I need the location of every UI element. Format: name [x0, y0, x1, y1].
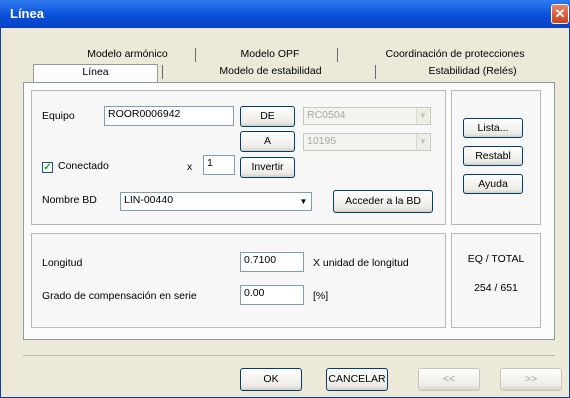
- close-icon: ✕: [554, 6, 566, 21]
- de-select[interactable]: RC0504: [303, 107, 431, 125]
- nombre-bd-label: Nombre BD: [42, 194, 97, 206]
- chevron-down-icon[interactable]: ▼: [416, 108, 429, 124]
- ok-button[interactable]: OK: [240, 368, 302, 391]
- window-title: Línea: [10, 6, 44, 21]
- chevron-down-icon[interactable]: ▼: [416, 134, 429, 150]
- lista-button[interactable]: Lista...: [463, 118, 523, 138]
- equipo-label: Equipo: [42, 110, 75, 122]
- longitud-label: Longitud: [42, 257, 83, 269]
- chevron-down-icon[interactable]: ▼: [297, 194, 310, 209]
- tab-coordinacion-protecciones[interactable]: Coordinación de protecciones: [350, 47, 560, 62]
- a-select-value: 10195: [307, 135, 337, 147]
- tab-modelo-opf[interactable]: Modelo OPF: [205, 47, 335, 62]
- tab-estabilidad-reles[interactable]: Estabilidad (Relés): [385, 64, 560, 79]
- x-label: x: [187, 161, 193, 173]
- longitud-unit: X unidad de longitud: [313, 257, 409, 269]
- bottom-divider: [23, 355, 555, 356]
- tab-separator: [195, 48, 196, 62]
- ayuda-button[interactable]: Ayuda: [463, 174, 523, 194]
- tab-separator: [375, 65, 376, 79]
- close-button[interactable]: ✕: [551, 4, 569, 24]
- a-select[interactable]: 10195: [303, 133, 431, 151]
- grado-unit: [%]: [313, 290, 329, 302]
- restabl-button[interactable]: Restabl: [463, 146, 523, 166]
- title-bar[interactable]: Línea: [0, 0, 570, 28]
- longitud-group: [31, 233, 446, 328]
- invertir-button[interactable]: Invertir: [240, 157, 295, 178]
- grado-compensacion-input[interactable]: 0.00: [240, 285, 304, 305]
- eq-total-label: EQ / TOTAL: [467, 253, 525, 265]
- eq-total-value: 254 / 651: [474, 282, 518, 294]
- a-button[interactable]: A: [240, 131, 295, 152]
- conectado-checkbox[interactable]: ✓: [42, 162, 53, 173]
- conectado-label: Conectado: [58, 160, 109, 172]
- equipo-input[interactable]: ROOR0006942: [104, 106, 234, 126]
- acceder-bd-button[interactable]: Acceder a la BD: [333, 190, 433, 213]
- tab-modelo-estabilidad[interactable]: Modelo de estabilidad: [168, 64, 373, 79]
- eq-total-group: [451, 233, 541, 328]
- de-button[interactable]: DE: [240, 106, 295, 127]
- nombre-bd-select[interactable]: LIN-00440: [120, 192, 312, 211]
- tab-modelo-armonico[interactable]: Modelo armónico: [60, 47, 195, 62]
- tab-linea[interactable]: Línea: [33, 64, 158, 83]
- nombre-bd-value: LIN-00440: [124, 194, 174, 206]
- x-input[interactable]: 1: [203, 155, 235, 175]
- next-button[interactable]: >>: [500, 368, 562, 391]
- tab-separator: [337, 48, 338, 62]
- longitud-input[interactable]: 0.7100: [240, 252, 304, 272]
- previous-button[interactable]: <<: [418, 368, 480, 391]
- grado-compensacion-label: Grado de compensación en serie: [42, 290, 197, 302]
- cancel-button[interactable]: CANCELAR: [326, 368, 388, 391]
- tab-separator: [162, 65, 163, 79]
- de-select-value: RC0504: [307, 109, 346, 121]
